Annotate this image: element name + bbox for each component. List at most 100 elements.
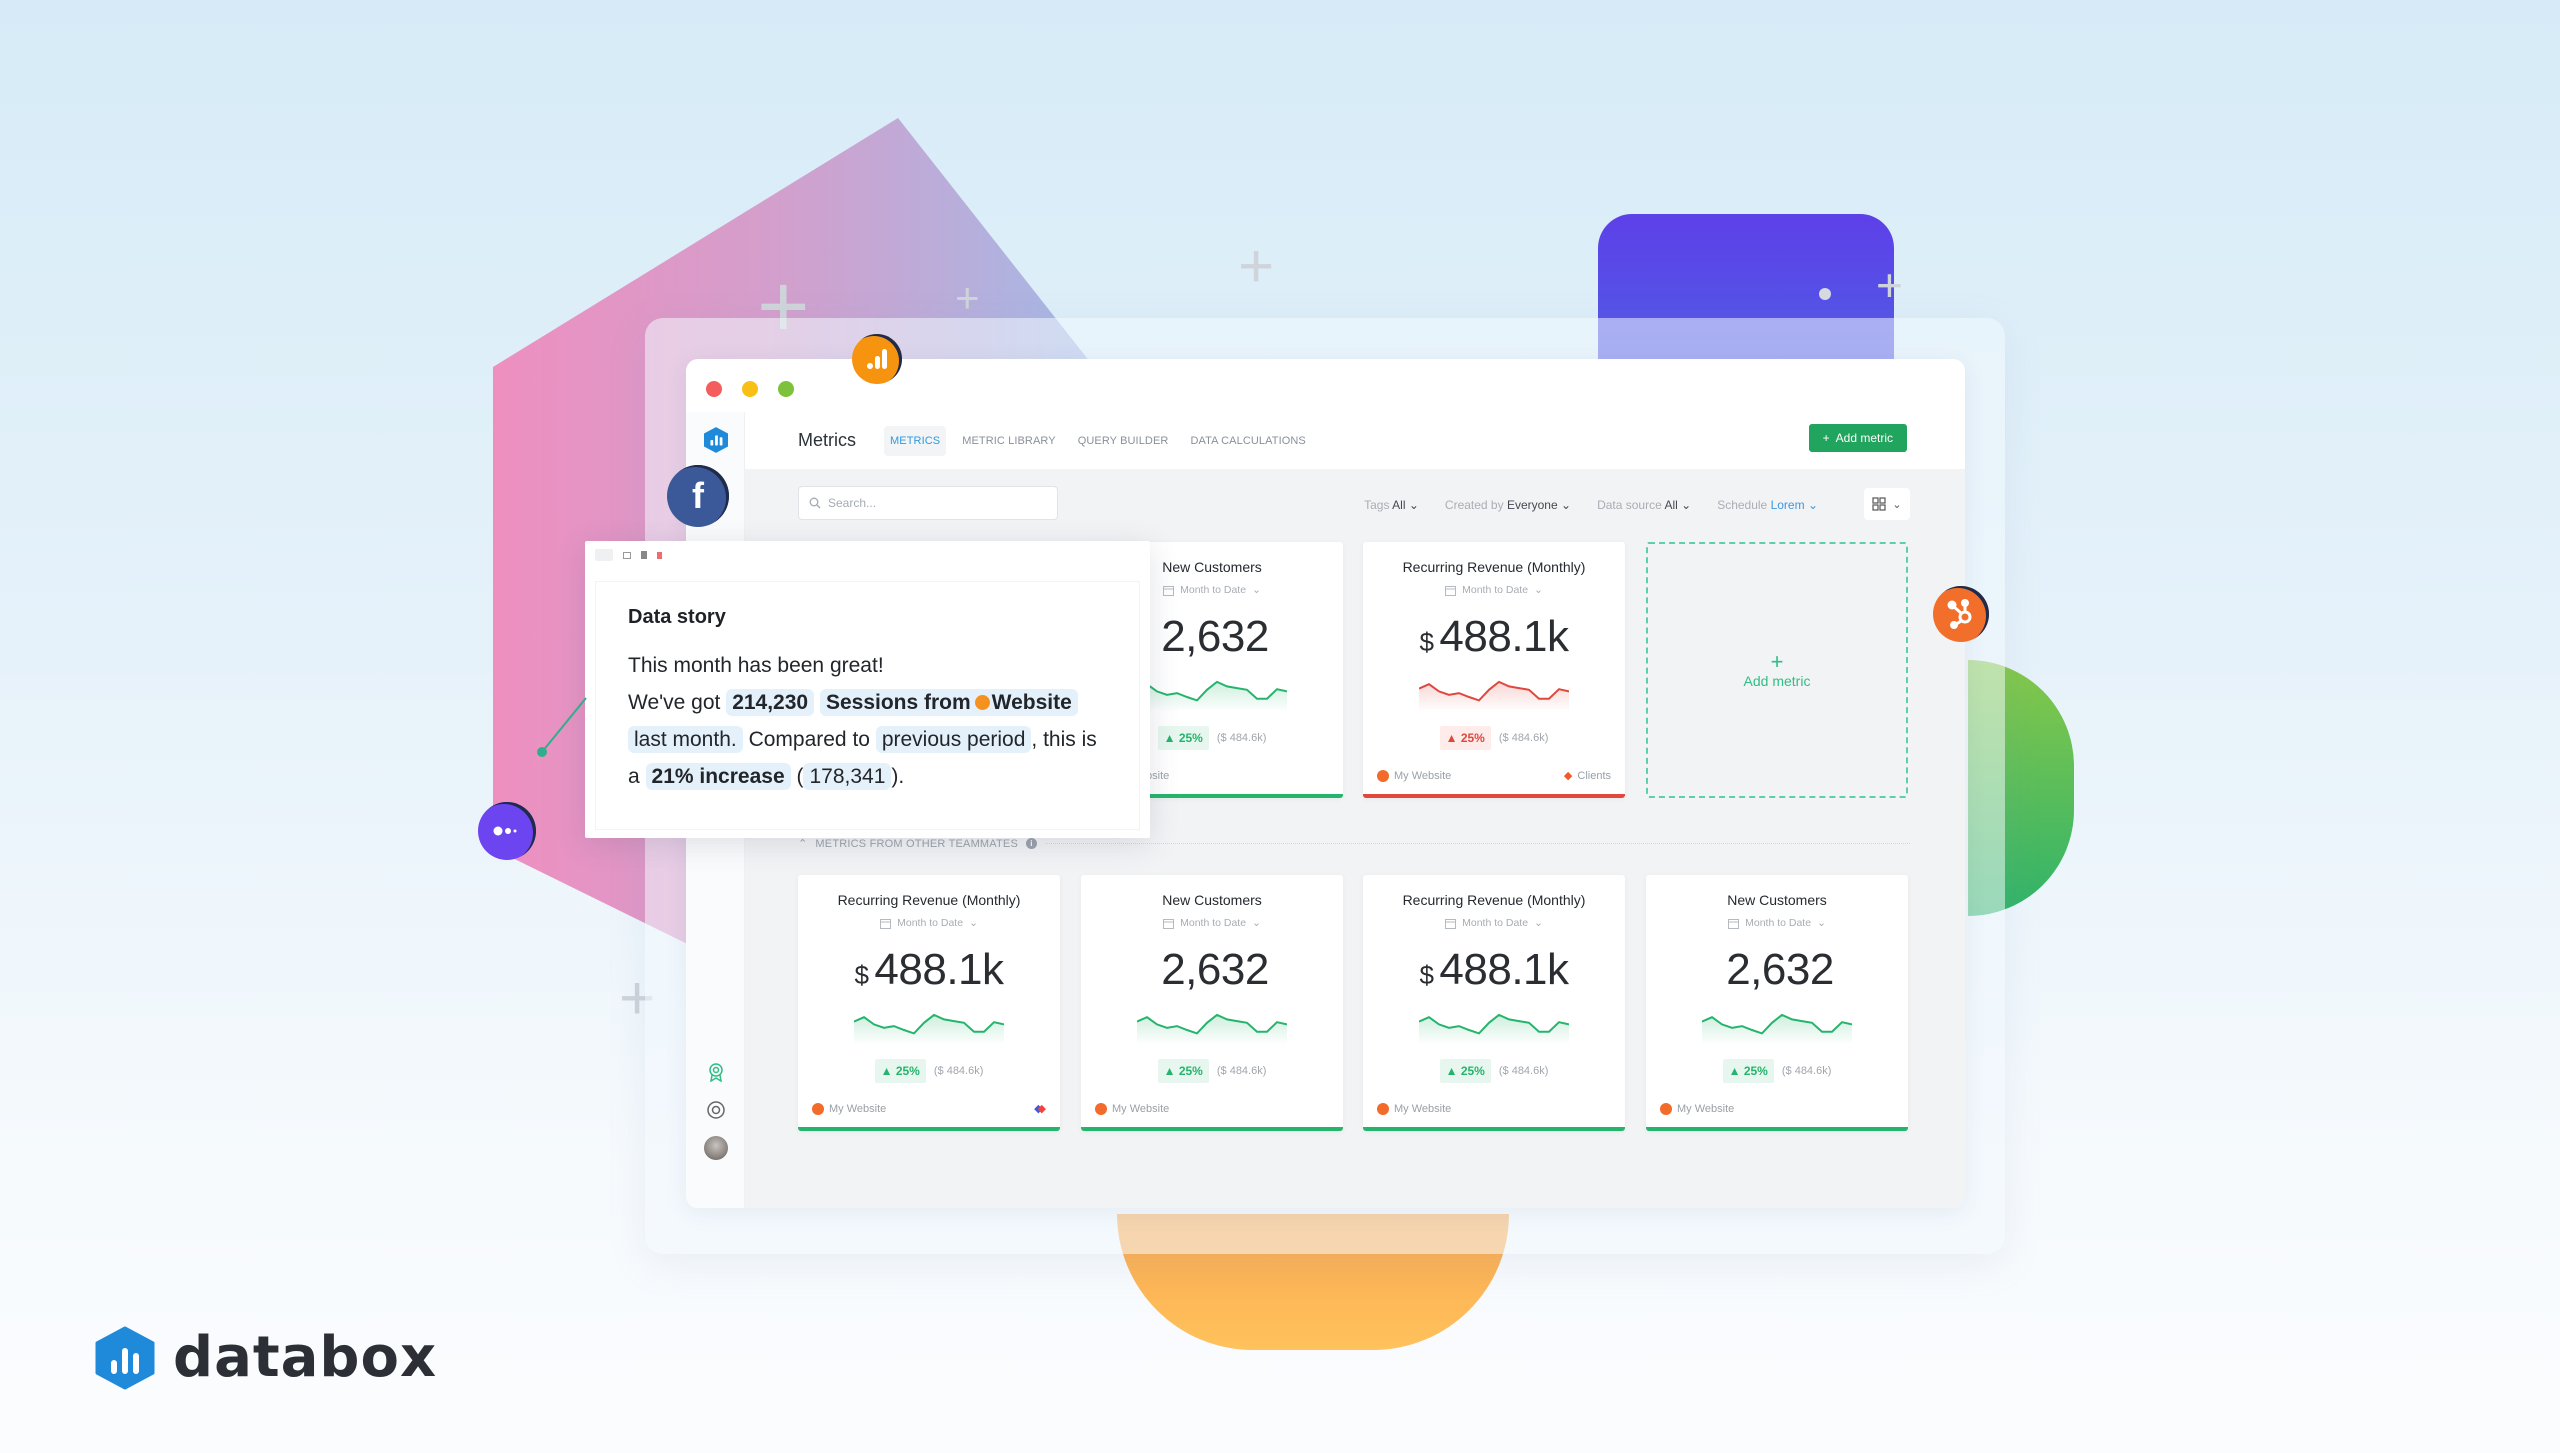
story-increase-chip[interactable]: 21% increase bbox=[645, 763, 791, 790]
copy-icon[interactable] bbox=[641, 551, 647, 559]
sparkline-chart bbox=[1702, 1013, 1852, 1045]
story-period-chip[interactable]: last month. bbox=[628, 726, 743, 753]
add-metric-card[interactable]: + Add metric bbox=[1646, 542, 1908, 798]
metric-card[interactable]: Recurring Revenue (Monthly) Month to Dat… bbox=[1363, 875, 1625, 1131]
decorative-plus: + bbox=[1876, 259, 1903, 311]
filter-created-by[interactable]: Created by Everyone ⌄ bbox=[1445, 498, 1571, 512]
date-range-dropdown[interactable]: Month to Date ⌄ bbox=[798, 917, 1060, 929]
decorative-plus: + bbox=[1238, 232, 1275, 301]
data-source: My Website bbox=[1377, 1103, 1451, 1115]
filter-tags[interactable]: Tags All ⌄ bbox=[1364, 498, 1419, 512]
story-text-fragment: We've got bbox=[628, 691, 721, 714]
filter-schedule[interactable]: Schedule Lorem ⌄ bbox=[1717, 498, 1818, 512]
story-metric-chip[interactable]: Sessions from Website bbox=[819, 689, 1078, 716]
tab-metrics[interactable]: METRICS bbox=[884, 425, 947, 456]
change-badge: ▲ 25% bbox=[874, 1059, 926, 1083]
metric-title: Recurring Revenue (Monthly) bbox=[1402, 892, 1586, 908]
hubspot-source-icon bbox=[1095, 1103, 1107, 1115]
change-row: ▲ 25% ($ 484.6k) bbox=[1646, 1059, 1908, 1083]
metric-number: 2,632 bbox=[1161, 945, 1269, 994]
metric-card[interactable]: New Customers Month to Date ⌄ 2,632 ▲ 25… bbox=[1081, 875, 1343, 1131]
decorative-plus: + bbox=[955, 274, 980, 321]
metric-value: $488.1k bbox=[1363, 945, 1625, 995]
hubspot-source-icon bbox=[812, 1102, 824, 1115]
metric-number: 488.1k bbox=[874, 945, 1004, 994]
divider bbox=[1045, 843, 1910, 844]
story-title: Data story bbox=[628, 606, 726, 628]
source-label: My Website bbox=[1112, 1103, 1170, 1115]
tag-label: ◆ Clients bbox=[1563, 769, 1611, 783]
chevron-down-icon: ⌄ bbox=[1892, 498, 1902, 511]
date-range-dropdown[interactable]: Month to Date ⌄ bbox=[1646, 917, 1908, 929]
story-comparison-chip[interactable]: previous period bbox=[875, 726, 1032, 753]
help-lifebuoy-icon[interactable] bbox=[704, 1098, 728, 1122]
filter-data-source[interactable]: Data source All ⌄ bbox=[1597, 498, 1691, 512]
metric-title: Recurring Revenue (Monthly) bbox=[1402, 559, 1586, 575]
tab-data-calculations[interactable]: DATA CALCULATIONS bbox=[1184, 426, 1311, 456]
card-status-bar bbox=[1646, 1127, 1908, 1131]
previous-value: ($ 484.6k) bbox=[933, 1065, 984, 1077]
data-source: My Website bbox=[1095, 1103, 1169, 1115]
image-icon[interactable] bbox=[623, 551, 631, 559]
award-icon[interactable] bbox=[704, 1060, 728, 1084]
maximize-window-button[interactable] bbox=[778, 381, 794, 397]
story-value-chip[interactable]: 214,230 bbox=[726, 689, 815, 716]
minimize-window-button[interactable] bbox=[742, 381, 758, 397]
date-range-dropdown[interactable]: Month to Date ⌄ bbox=[1363, 584, 1625, 596]
story-text-fragment: Compared to bbox=[748, 728, 870, 751]
date-range-label: Month to Date bbox=[1180, 584, 1247, 596]
close-window-button[interactable] bbox=[706, 381, 722, 397]
plus-icon: + bbox=[1770, 649, 1784, 674]
currency-symbol: $ bbox=[854, 960, 869, 990]
window-controls bbox=[706, 381, 794, 397]
card-footer: My Website bbox=[1095, 1103, 1329, 1115]
change-badge: ▲ 25% bbox=[1157, 1059, 1209, 1083]
story-previous-value-chip[interactable]: 178,341 bbox=[803, 763, 892, 790]
chevron-up-icon: ⌃ bbox=[798, 838, 808, 850]
date-range-label: Month to Date bbox=[1745, 917, 1812, 929]
tab-query-builder[interactable]: QUERY BUILDER bbox=[1072, 426, 1175, 456]
card-status-bar bbox=[1081, 1127, 1343, 1131]
data-source: My Website bbox=[1660, 1103, 1734, 1115]
metric-title: New Customers bbox=[1162, 892, 1262, 908]
metric-value: 2,632 bbox=[1646, 945, 1908, 995]
metric-value: $488.1k bbox=[1363, 612, 1625, 662]
tab-metric-library[interactable]: METRIC LIBRARY bbox=[956, 426, 1062, 456]
section-label: METRICS FROM OTHER TEAMMATES bbox=[815, 837, 1019, 850]
databox-logo-icon[interactable] bbox=[704, 427, 728, 453]
date-range-dropdown[interactable]: Month to Date ⌄ bbox=[1081, 917, 1343, 929]
user-avatar[interactable] bbox=[704, 1136, 728, 1160]
chevron-down-icon: ⌄ bbox=[969, 917, 978, 929]
add-metric-button[interactable]: + Add metric bbox=[1808, 424, 1907, 452]
previous-value: ($ 484.6k) bbox=[1498, 1065, 1549, 1077]
color-picker-button[interactable] bbox=[595, 549, 613, 561]
date-range-dropdown[interactable]: Month to Date ⌄ bbox=[1363, 917, 1625, 929]
calendar-icon bbox=[1163, 585, 1175, 596]
decorative-dot bbox=[1819, 288, 1831, 300]
teammates-section-header[interactable]: ⌃ METRICS FROM OTHER TEAMMATES i bbox=[798, 837, 1910, 850]
date-range-label: Month to Date bbox=[1462, 917, 1529, 929]
search-input[interactable]: Search... bbox=[798, 486, 1058, 520]
delete-icon[interactable] bbox=[657, 551, 662, 559]
source-label: My Website bbox=[1394, 769, 1452, 782]
metric-card[interactable]: Recurring Revenue (Monthly) Month to Dat… bbox=[798, 875, 1060, 1131]
google-analytics-icon bbox=[852, 334, 902, 384]
metric-card[interactable]: New Customers Month to Date ⌄ 2,632 ▲ 25… bbox=[1646, 875, 1908, 1131]
chevron-down-icon: ⌄ bbox=[1534, 584, 1543, 596]
date-range-label: Month to Date bbox=[1462, 584, 1529, 596]
view-grid-toggle[interactable]: ⌄ bbox=[1864, 488, 1910, 520]
data-story-card: Data story This month has been great! We… bbox=[585, 541, 1150, 838]
source-label: My Website bbox=[1394, 1103, 1452, 1115]
metric-number: 488.1k bbox=[1439, 612, 1569, 661]
sparkline-chart bbox=[1419, 680, 1569, 712]
metric-card[interactable]: Recurring Revenue (Monthly) Month to Dat… bbox=[1363, 542, 1625, 798]
hubspot-source-icon bbox=[1377, 769, 1389, 782]
calendar-icon bbox=[1728, 918, 1740, 929]
sparkline-chart bbox=[1419, 1013, 1569, 1045]
hubspot-source-icon bbox=[1660, 1103, 1672, 1115]
tag-icon: ◆ bbox=[1563, 770, 1573, 782]
change-badge: ▲ 25% bbox=[1439, 726, 1491, 750]
card-status-bar bbox=[1363, 1127, 1625, 1131]
add-metric-label: Add metric bbox=[1743, 673, 1811, 689]
brand-name: databox bbox=[173, 1325, 438, 1390]
